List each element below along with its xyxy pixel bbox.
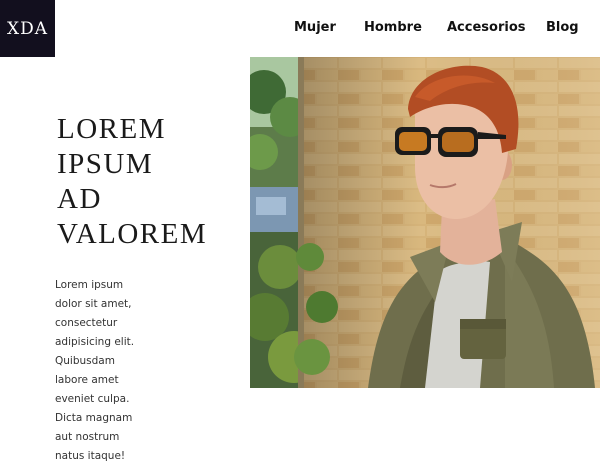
- nav-item-mujer[interactable]: Mujer: [294, 20, 336, 35]
- body-line: consectetur: [55, 317, 118, 329]
- body-line: Quibusdam: [55, 355, 115, 367]
- hero-headline: LOREM IPSUM AD VALOREM: [57, 112, 237, 252]
- body-line: eveniet culpa.: [55, 393, 130, 405]
- body-line: labore amet: [55, 374, 119, 386]
- nav-item-hombre[interactable]: Hombre: [364, 20, 422, 35]
- headline-line: AD: [57, 183, 102, 215]
- nav-item-accesorios[interactable]: Accesorios: [447, 20, 526, 35]
- body-line: Dicta magnam: [55, 412, 133, 424]
- body-line: Lorem ipsum: [55, 279, 124, 291]
- body-line: adipisicing elit.: [55, 336, 135, 348]
- body-line: dolor sit amet,: [55, 298, 132, 310]
- headline-line: VALOREM: [57, 218, 208, 250]
- headline-line: IPSUM: [57, 148, 154, 180]
- body-line: natus itaque!: [55, 450, 126, 462]
- nav-item-blog[interactable]: Blog: [546, 20, 579, 35]
- body-line: aut nostrum: [55, 431, 120, 443]
- hero-photo: [250, 57, 600, 388]
- headline-line: LOREM: [57, 113, 166, 145]
- hero-photo-illustration: [250, 57, 600, 388]
- main-nav: Mujer Hombre Accesorios Blog: [0, 0, 600, 57]
- hero-body-text: Lorem ipsum dolor sit amet, consectetur …: [55, 276, 145, 465]
